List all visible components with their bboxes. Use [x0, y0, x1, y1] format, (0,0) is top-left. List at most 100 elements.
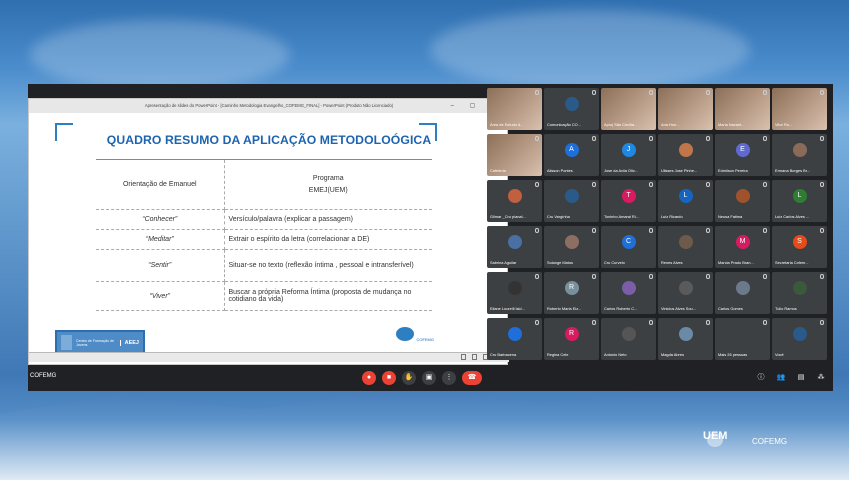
- participant-tile[interactable]: Cru Vargínha: [544, 180, 599, 222]
- cofemg-logo: COFEMG: [388, 327, 434, 353]
- participant-tile[interactable]: R Roberto Maria Eiz...: [544, 272, 599, 314]
- mic-status-icon: [649, 274, 653, 279]
- row-step: “Conhecer”: [96, 209, 225, 230]
- meet-bottom-bar: COFEMG ● ■ ✋ ▣ ⋮ ☎ ⓘ 👥 ▤ ⁂: [28, 367, 833, 391]
- participant-tile[interactable]: Mais 26 pessoas: [715, 318, 770, 360]
- participant-tile[interactable]: Cru Barbacena: [487, 318, 542, 360]
- participant-avatar: M: [735, 235, 750, 249]
- participant-name: Luiz Carlos Alves ...: [775, 214, 810, 219]
- participant-avatar: [678, 143, 693, 157]
- mic-status-icon: [592, 182, 596, 187]
- participant-tile[interactable]: Magda Abreu: [658, 318, 713, 360]
- participant-avatar: L: [678, 189, 693, 203]
- participant-tile[interactable]: E Edmilson Pereira: [715, 134, 770, 176]
- participant-tile[interactable]: Comunicação CO...: [544, 88, 599, 130]
- mic-status-icon: [820, 228, 824, 233]
- participant-tile[interactable]: S Secretaria Cofem...: [772, 226, 827, 268]
- mic-status-icon: [763, 182, 767, 187]
- participant-tile[interactable]: Solange Matos: [544, 226, 599, 268]
- cofemg-bubble-icon: [396, 327, 415, 341]
- slide-title: QUADRO RESUMO DA APLICAÇÃO METODOLOÓGICA: [106, 133, 432, 147]
- participant-name: Tulio Ramos: [775, 306, 797, 311]
- mic-status-icon: [592, 320, 596, 325]
- participant-tile[interactable]: Sabrina Aguilar: [487, 226, 542, 268]
- prev-slide-icon[interactable]: [461, 354, 466, 360]
- participant-tile[interactable]: Vitor Ro...: [772, 88, 827, 130]
- info-icon[interactable]: ⓘ: [754, 371, 768, 385]
- camera-off-icon[interactable]: ■: [382, 371, 396, 385]
- participant-name: Alisson Pontes: [547, 168, 573, 173]
- participant-tile[interactable]: Carlos Gomes: [715, 272, 770, 314]
- participant-avatar: [678, 327, 693, 341]
- row-step: “Sentir”: [96, 249, 225, 282]
- participant-name: Maria Nazaré...: [718, 122, 745, 127]
- mic-status-icon: [763, 320, 767, 325]
- participant-tile[interactable]: Ulisses Jose Pinhe...: [658, 134, 713, 176]
- next-slide-icon[interactable]: [472, 354, 477, 360]
- participant-tile[interactable]: Antonio Neto: [601, 318, 656, 360]
- participant-avatar: [735, 189, 750, 203]
- participant-avatar: R: [564, 281, 579, 295]
- participant-tile[interactable]: Aproj São Cecília...: [601, 88, 656, 130]
- mic-status-icon: [535, 90, 539, 95]
- participant-avatar: J: [621, 143, 636, 157]
- participant-tile[interactable]: T Toninho Amaral Ri...: [601, 180, 656, 222]
- mic-status-icon: [820, 90, 824, 95]
- participant-tile[interactable]: Vinicius Alves Sou...: [658, 272, 713, 314]
- row-description: Extrair o espírito da letra (correlacion…: [224, 229, 432, 250]
- participant-tile[interactable]: L Luiz Ricardo: [658, 180, 713, 222]
- participant-name: Regina Cele: [547, 352, 569, 357]
- participant-name: Antonio Neto: [604, 352, 627, 357]
- mic-status-icon: [820, 182, 824, 187]
- participant-name: Sabrina Aguilar: [490, 260, 517, 265]
- participant-tile[interactable]: Carlos Roberto C...: [601, 272, 656, 314]
- participant-avatar: [507, 235, 522, 249]
- mic-status-icon: [535, 320, 539, 325]
- participant-tile[interactable]: R Regina Cele: [544, 318, 599, 360]
- mic-status-icon: [820, 320, 824, 325]
- participant-tile[interactable]: Ermana Borges Br...: [772, 134, 827, 176]
- participant-name: Magda Abreu: [661, 352, 685, 357]
- sky-cloud: [30, 20, 290, 90]
- participant-tile[interactable]: Neusa Fatima: [715, 180, 770, 222]
- chat-icon[interactable]: ▤: [794, 371, 808, 385]
- mic-status-icon: [706, 136, 710, 141]
- activities-icon[interactable]: ⁂: [814, 371, 828, 385]
- participant-avatar: [507, 327, 522, 341]
- table-row: “Meditar” Extrair o espírito da letra (co…: [96, 229, 432, 250]
- participant-tile[interactable]: Ana Hon...: [658, 88, 713, 130]
- participant-avatar: [678, 281, 693, 295]
- participant-tile[interactable]: Renes Alves: [658, 226, 713, 268]
- participant-avatar: [507, 281, 522, 295]
- participant-tile[interactable]: C Cru Curvelo: [601, 226, 656, 268]
- table-row: “Sentir” Situar-se no texto (reflexão ínt…: [96, 249, 432, 282]
- participant-tile[interactable]: Cafeteria: [487, 134, 542, 176]
- mic-status-icon: [706, 320, 710, 325]
- more-options-icon[interactable]: ⋮: [442, 371, 456, 385]
- participant-avatar: T: [621, 189, 636, 203]
- participant-avatar: L: [792, 189, 807, 203]
- participant-tile[interactable]: Você: [772, 318, 827, 360]
- present-screen-icon[interactable]: ▣: [422, 371, 436, 385]
- logo-right-text: COFEMG: [416, 337, 434, 342]
- participant-tile[interactable]: M Marcia Prado Bran...: [715, 226, 770, 268]
- header-programa-line1: Programa: [312, 175, 344, 182]
- raise-hand-icon[interactable]: ✋: [402, 371, 416, 385]
- participant-tile[interactable]: Eliane Lourelli Isid...: [487, 272, 542, 314]
- end-call-icon[interactable]: ☎: [462, 371, 482, 385]
- participant-tile[interactable]: A Alisson Pontes: [544, 134, 599, 176]
- participant-tile[interactable]: Tulio Ramos: [772, 272, 827, 314]
- participant-tile[interactable]: J Jose da Avila Oliv...: [601, 134, 656, 176]
- participant-name: Gilmar _Cru planal...: [490, 214, 526, 219]
- participant-avatar: [621, 281, 636, 295]
- mic-status-icon: [649, 182, 653, 187]
- row-step: “Viver”: [96, 281, 225, 311]
- participant-name: Roberto Maria Eiz...: [547, 306, 582, 311]
- people-icon[interactable]: 👥: [774, 371, 788, 385]
- ppt-window-title: Apresentação de slides do PowerPoint - […: [144, 103, 394, 108]
- participant-tile[interactable]: Gilmar _Cru planal...: [487, 180, 542, 222]
- mic-off-icon[interactable]: ●: [362, 371, 376, 385]
- participant-tile[interactable]: Área de Estudo d...: [487, 88, 542, 130]
- participant-tile[interactable]: L Luiz Carlos Alves ...: [772, 180, 827, 222]
- participant-tile[interactable]: Maria Nazaré...: [715, 88, 770, 130]
